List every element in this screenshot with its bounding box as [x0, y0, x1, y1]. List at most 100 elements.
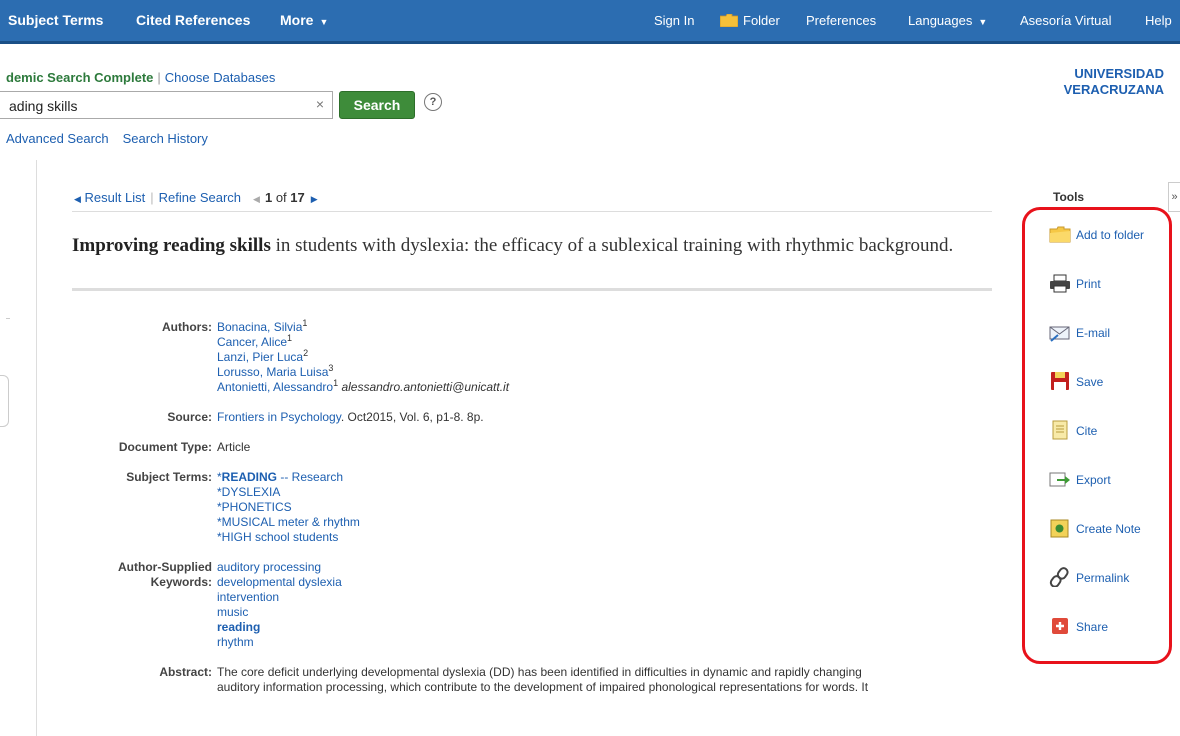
- subject-terms-list: *READING -- Research *DYSLEXIA *PHONETIC…: [217, 470, 992, 545]
- note-icon: [1050, 519, 1069, 538]
- nav-sign-in[interactable]: Sign In: [654, 0, 694, 41]
- subject-term-link[interactable]: *MUSICAL meter & rhythm: [217, 515, 360, 529]
- document-type-row: Document Type: Article: [72, 440, 992, 455]
- author-link[interactable]: Lorusso, Maria Luisa: [217, 365, 328, 379]
- search-box: ×: [0, 91, 333, 119]
- folder-icon: [720, 14, 738, 28]
- divider: [72, 211, 992, 212]
- keyword-link[interactable]: auditory processing: [217, 560, 321, 574]
- search-input[interactable]: [7, 93, 301, 119]
- search-history-link[interactable]: Search History: [123, 131, 208, 146]
- tool-permalink[interactable]: Permalink: [1049, 567, 1129, 587]
- subject-term-link[interactable]: *HIGH school students: [217, 530, 338, 544]
- caret-down-icon: ▼: [978, 17, 988, 27]
- author-link[interactable]: Lanzi, Pier Luca: [217, 350, 303, 364]
- keywords-row: Author-Supplied Keywords: auditory proces…: [72, 560, 992, 650]
- document-icon: [1052, 420, 1068, 440]
- abstract-row: Abstract: The core deficit underlying de…: [72, 665, 992, 695]
- title-rest: in students with dyslexia: the efficacy …: [270, 235, 954, 256]
- tool-label: Export: [1076, 472, 1111, 487]
- nav-help[interactable]: Help: [1145, 0, 1172, 41]
- record-navigation: ◀ Result List | Refine Search ◀ 1 of 17 ▶: [74, 190, 318, 205]
- top-navigation-bar: Subject Terms Cited References More ▼ Sig…: [0, 0, 1180, 44]
- left-panel-toggle[interactable]: [0, 375, 9, 427]
- keywords-label: Author-Supplied Keywords:: [72, 560, 217, 650]
- tool-export[interactable]: Export: [1049, 469, 1111, 489]
- nav-subject-terms[interactable]: Subject Terms: [8, 0, 103, 41]
- author-link[interactable]: Cancer, Alice: [217, 335, 287, 349]
- keyword-link[interactable]: reading: [217, 620, 260, 634]
- author-affiliation: 1: [302, 318, 308, 328]
- abstract-text: The core deficit underlying developmenta…: [217, 665, 992, 695]
- left-panel-mark: [6, 318, 10, 319]
- institution-line-2: VERACRUZANA: [1063, 82, 1164, 97]
- abstract-line: The core deficit underlying developmenta…: [217, 665, 862, 679]
- search-button[interactable]: Search: [339, 91, 415, 119]
- subject-term-link[interactable]: *READING -- Research: [217, 470, 343, 484]
- keywords-label-line-1: Author-Supplied: [118, 560, 212, 574]
- source-label: Source:: [167, 410, 212, 424]
- keyword-link[interactable]: developmental dyslexia: [217, 575, 342, 589]
- title-highlight: Improving reading skills: [72, 235, 271, 256]
- clear-icon[interactable]: ×: [316, 96, 324, 112]
- tool-label: E-mail: [1076, 325, 1111, 340]
- next-record-icon[interactable]: ▶: [311, 194, 318, 204]
- nav-more[interactable]: More ▼: [280, 0, 328, 41]
- keywords-label-line-2: Keywords:: [150, 575, 212, 589]
- nav-cited-references[interactable]: Cited References: [136, 0, 250, 41]
- nav-folder[interactable]: Folder: [720, 0, 780, 41]
- advanced-search-link[interactable]: Advanced Search: [6, 131, 109, 146]
- caret-down-icon: ▼: [319, 17, 329, 27]
- tool-save[interactable]: Save: [1049, 371, 1103, 391]
- triangle-left-icon: ◀: [74, 194, 81, 204]
- author-affiliation: 2: [303, 348, 309, 358]
- divider: |: [157, 70, 161, 85]
- tools-heading: Tools: [1053, 190, 1085, 204]
- refine-search-link[interactable]: Refine Search: [159, 190, 241, 205]
- nav-preferences[interactable]: Preferences: [806, 0, 876, 41]
- choose-databases-link[interactable]: Choose Databases: [165, 70, 276, 85]
- subject-term-main: READING: [221, 470, 278, 484]
- author-link[interactable]: Bonacina, Silvia: [217, 320, 302, 334]
- keyword-link[interactable]: music: [217, 605, 248, 619]
- email-icon: [1049, 326, 1070, 342]
- author-affiliation: 1: [287, 333, 293, 343]
- keyword-link[interactable]: intervention: [217, 590, 279, 604]
- authors-label: Authors:: [162, 320, 212, 334]
- nav-more-label: More: [280, 12, 314, 28]
- tool-share[interactable]: Share: [1049, 616, 1108, 636]
- result-list-label: Result List: [84, 190, 146, 205]
- subject-term-link[interactable]: *DYSLEXIA: [217, 485, 280, 499]
- title-divider: [72, 288, 992, 291]
- search-links: Advanced Search Search History: [6, 131, 222, 146]
- total-records: 17: [290, 190, 305, 205]
- nav-languages-label: Languages: [908, 13, 973, 28]
- keyword-link[interactable]: rhythm: [217, 635, 254, 649]
- subject-term-link[interactable]: *PHONETICS: [217, 500, 292, 514]
- source-row: Source: Frontiers in Psychology. Oct2015…: [72, 410, 992, 425]
- tool-create-note[interactable]: Create Note: [1049, 518, 1141, 538]
- collapse-panel-button[interactable]: »: [1168, 182, 1180, 212]
- help-icon[interactable]: ?: [424, 93, 442, 111]
- divider: |: [150, 190, 154, 205]
- tool-label: Cite: [1076, 423, 1098, 438]
- authors-row: Authors: Bonacina, Silvia1 Cancer, Alice…: [72, 318, 992, 395]
- result-list-link[interactable]: ◀ Result List: [74, 190, 145, 205]
- source-link[interactable]: Frontiers in Psychology: [217, 410, 341, 424]
- tool-print[interactable]: Print: [1049, 273, 1101, 293]
- export-icon: [1049, 472, 1070, 487]
- link-icon: [1049, 567, 1069, 587]
- nav-asesoria-virtual[interactable]: Asesoría Virtual: [1020, 0, 1112, 41]
- source-details: . Oct2015, Vol. 6, p1-8. 8p.: [340, 410, 484, 424]
- tool-label: Print: [1076, 276, 1101, 291]
- record-title: Improving reading skills in students wit…: [72, 232, 992, 259]
- printer-icon: [1050, 274, 1070, 293]
- tool-email[interactable]: E-mail: [1049, 322, 1110, 342]
- tool-add-to-folder[interactable]: Add to folder: [1049, 224, 1144, 244]
- previous-record-icon[interactable]: ◀: [253, 194, 260, 204]
- nav-languages[interactable]: Languages ▼: [908, 0, 987, 41]
- of-label: of: [275, 190, 287, 205]
- author-link[interactable]: Antonietti, Alessandro: [217, 380, 333, 394]
- tool-label: Add to folder: [1076, 227, 1145, 242]
- tool-cite[interactable]: Cite: [1049, 420, 1097, 440]
